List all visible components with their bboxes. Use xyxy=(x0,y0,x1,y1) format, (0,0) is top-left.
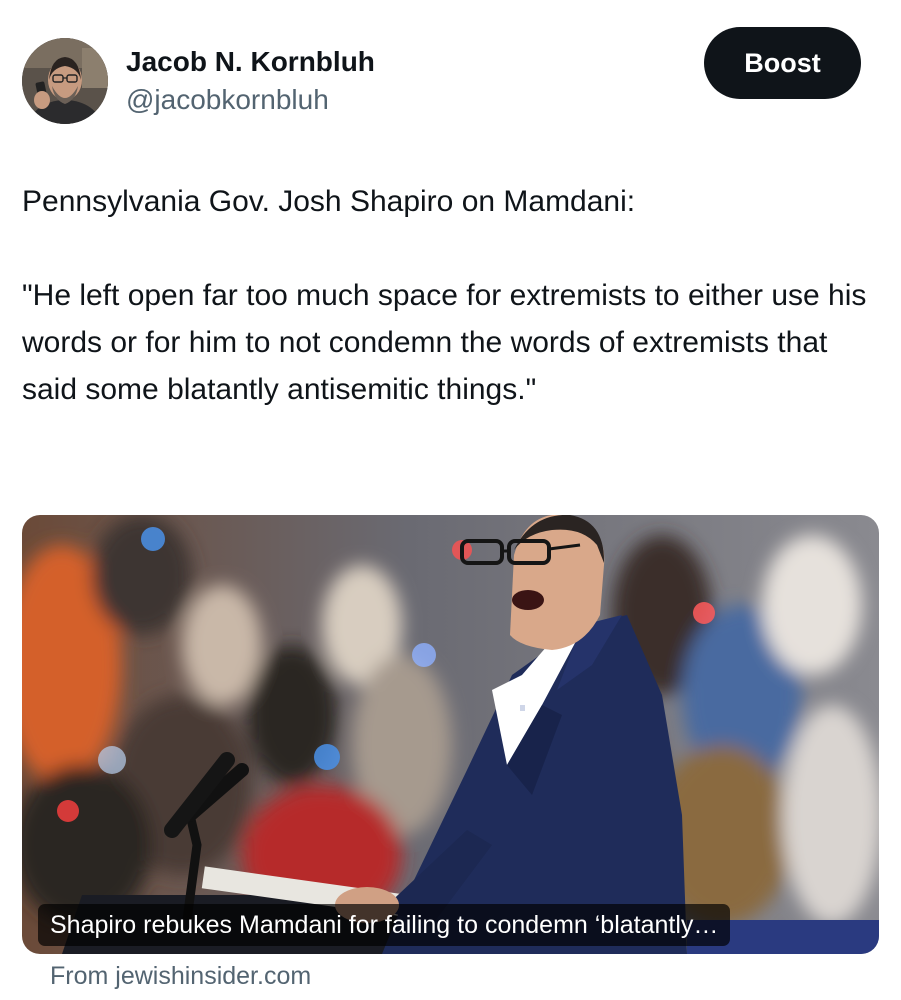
speaker-photo-icon xyxy=(22,515,879,954)
tweet-text: Pennsylvania Gov. Josh Shapiro on Mamdan… xyxy=(22,178,887,413)
link-card-source[interactable]: From jewishinsider.com xyxy=(50,962,311,991)
boost-button[interactable]: Boost xyxy=(704,27,861,99)
link-card-image[interactable]: Shapiro rebukes Mamdani for failing to c… xyxy=(22,515,879,954)
author-avatar[interactable] xyxy=(22,38,108,124)
link-card-title[interactable]: Shapiro rebukes Mamdani for failing to c… xyxy=(38,904,731,946)
avatar-photo-icon xyxy=(22,38,108,124)
tweet-text-line: Pennsylvania Gov. Josh Shapiro on Mamdan… xyxy=(22,185,636,218)
author-name[interactable]: Jacob N. Kornbluh xyxy=(126,46,375,78)
tweet-text-quote: "He left open far too much space for ext… xyxy=(22,279,867,406)
tweet-card: Jacob N. Kornbluh @jacobkornbluh Boost P… xyxy=(0,0,901,1000)
author-handle[interactable]: @jacobkornbluh xyxy=(126,84,329,116)
